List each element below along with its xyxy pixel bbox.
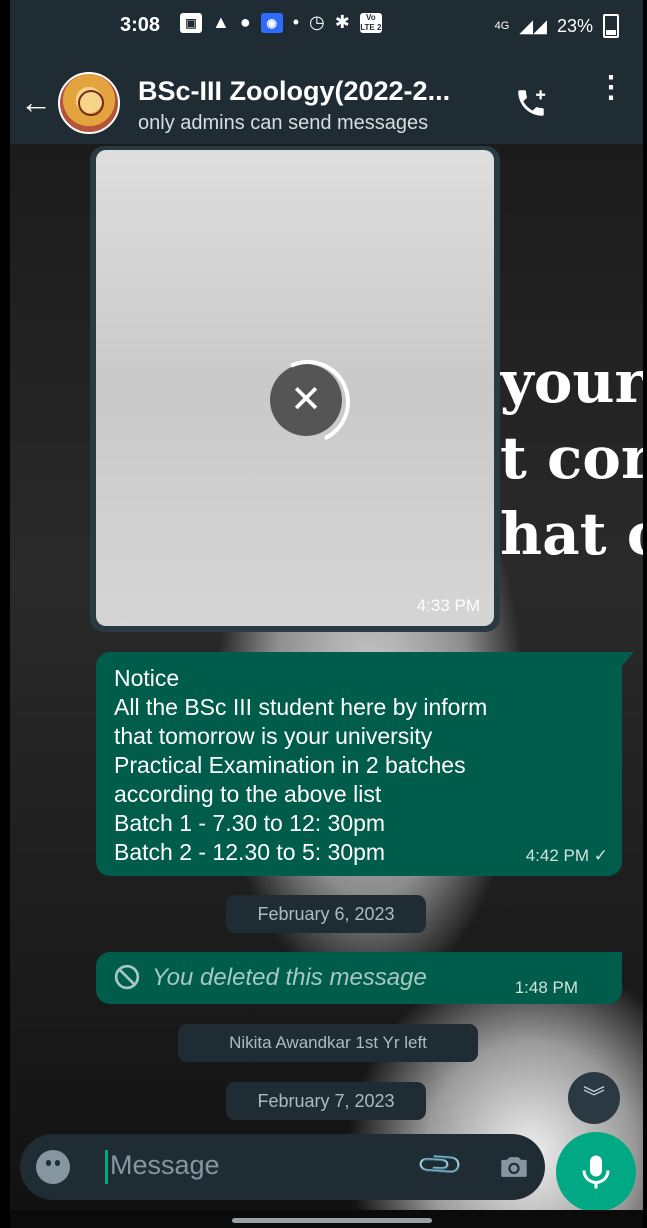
- network-type: 4G: [494, 20, 510, 32]
- dot-icon: •: [292, 12, 300, 32]
- bluetooth-icon: ✱: [334, 12, 350, 32]
- tv-icon: ▣: [180, 12, 202, 33]
- close-icon: ✕: [290, 379, 322, 421]
- person-icon: ●: [239, 12, 251, 32]
- battery-icon: [603, 14, 619, 38]
- message-text: Notice All the BSc III student here by i…: [114, 665, 488, 865]
- deleted-text: You deleted this message: [152, 964, 427, 991]
- status-bar: 3:08 ▣ ▲ ● ◉ • ◷ ✱ Vo LTE 2 4G ◢◢ 23%: [10, 0, 643, 52]
- battery-percent: 23%: [556, 15, 593, 36]
- more-options-icon[interactable]: ⋮: [596, 73, 626, 103]
- back-arrow-icon[interactable]: ←: [20, 84, 52, 121]
- text-cursor: [105, 1150, 108, 1184]
- drive-icon: ▲: [212, 12, 230, 32]
- attach-icon[interactable]: 📎: [415, 1140, 466, 1191]
- message-time: 4:33 PM: [416, 596, 480, 615]
- alarm-icon: ◷: [309, 12, 325, 32]
- date-chip: February 6, 2023: [226, 895, 426, 933]
- hotspot-icon: ◉: [260, 12, 283, 33]
- media-preview[interactable]: ✕ 4:33 PM: [96, 150, 494, 626]
- add-call-icon[interactable]: [514, 86, 548, 127]
- wallpaper-text: your t cor hat c: [500, 344, 643, 572]
- text-message[interactable]: Notice All the BSc III student here by i…: [96, 652, 634, 876]
- wallpaper-line-3: hat c: [500, 500, 643, 568]
- scroll-down-button[interactable]: ︾: [568, 1072, 620, 1124]
- media-message[interactable]: ✕ 4:33 PM: [90, 146, 500, 632]
- group-avatar[interactable]: [58, 72, 120, 134]
- deleted-message[interactable]: You deleted this message 1:48 PM: [96, 952, 622, 1004]
- date-chip: February 7, 2023: [226, 1082, 426, 1120]
- emoji-icon[interactable]: [36, 1150, 70, 1184]
- status-right: 4G ◢◢ 23%: [495, 14, 619, 38]
- mic-icon: [582, 1155, 610, 1189]
- chat-screen: 3:08 ▣ ▲ ● ◉ • ◷ ✱ Vo LTE 2 4G ◢◢ 23% ← …: [10, 0, 643, 1228]
- block-icon: [114, 964, 140, 990]
- chat-title[interactable]: BSc-III Zoology(2022-2...: [138, 76, 450, 107]
- cancel-download-button[interactable]: ✕: [254, 348, 362, 456]
- camera-icon[interactable]: [496, 1150, 532, 1184]
- voice-record-button[interactable]: [556, 1132, 636, 1212]
- message-input[interactable]: Message: [110, 1150, 220, 1181]
- volte-icon: Vo LTE 2: [359, 12, 382, 33]
- chat-subtitle: only admins can send messages: [138, 112, 429, 134]
- notification-icons: ▣ ▲ ● ◉ • ◷ ✱ Vo LTE 2: [180, 12, 382, 33]
- signal-icon: ◢◢: [519, 15, 547, 36]
- wallpaper-line-1: your: [500, 348, 643, 416]
- home-gesture-pill[interactable]: [232, 1218, 432, 1223]
- message-time: 1:48 PM: [514, 978, 578, 997]
- wallpaper-line-2: t cor: [500, 424, 643, 492]
- system-message: Nikita Awandkar 1st Yr left: [178, 1024, 478, 1062]
- chat-header: ← BSc-III Zoology(2022-2... only admins …: [10, 52, 643, 144]
- message-composer[interactable]: Message 📎: [20, 1134, 545, 1200]
- message-time: 4:42 PM ✓: [525, 846, 608, 865]
- status-time: 3:08: [120, 14, 161, 36]
- chevron-double-down-icon: ︾: [582, 1085, 605, 1110]
